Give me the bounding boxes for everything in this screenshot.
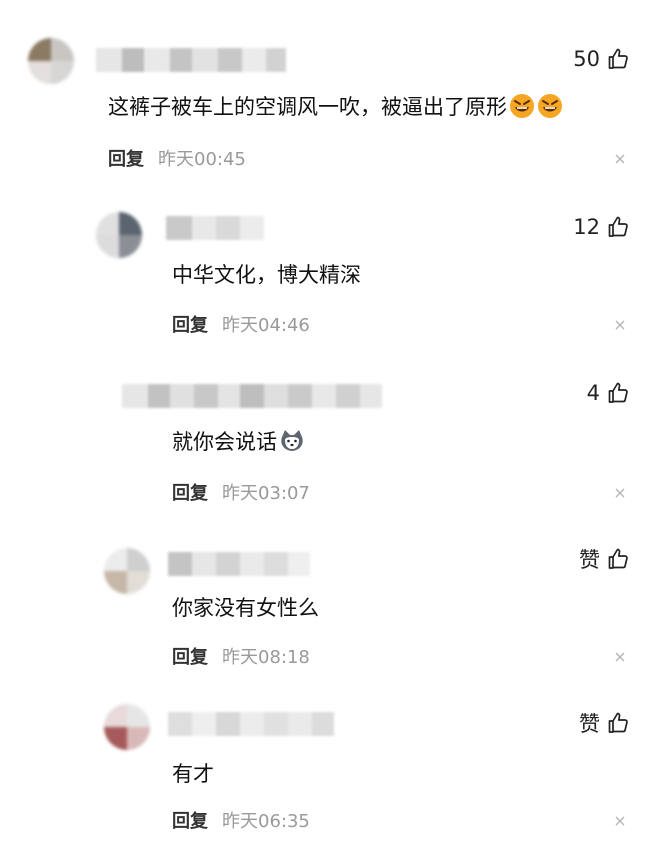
comment-text: 就你会说话 <box>172 426 305 456</box>
close-icon[interactable] <box>614 487 626 499</box>
like-label: 赞 <box>579 712 600 736</box>
avatar[interactable] <box>104 548 150 594</box>
reply-button[interactable]: 回复 <box>172 807 208 833</box>
close-icon[interactable] <box>614 651 626 663</box>
like-button[interactable]: 赞 <box>579 544 630 574</box>
close-icon[interactable] <box>614 153 626 165</box>
close-icon[interactable] <box>614 319 626 331</box>
timestamp: 昨天08:18 <box>222 647 310 668</box>
like-count: 12 <box>573 215 600 239</box>
like-count: 4 <box>586 381 600 405</box>
thumbs-up-icon <box>608 382 628 403</box>
thumbs-up-icon <box>608 48 628 69</box>
husky-emoji <box>281 430 303 451</box>
comment-text: 这裤子被车上的空调风一吹，被逼出了原形 <box>108 91 563 121</box>
comment-text: 中华文化，博大精深 <box>172 263 361 287</box>
timestamp: 昨天06:35 <box>222 811 310 832</box>
comment-meta: 回复 昨天08:18 <box>172 643 310 669</box>
timestamp: 昨天03:07 <box>222 483 310 504</box>
username-blurred[interactable] <box>166 216 264 240</box>
avatar[interactable] <box>104 704 150 750</box>
comment-meta: 回复 昨天04:46 <box>172 311 310 337</box>
grin-devil-emoji <box>538 94 562 118</box>
timestamp: 昨天04:46 <box>222 315 310 336</box>
comment-meta: 回复 昨天06:35 <box>172 807 310 833</box>
thumbs-up-icon <box>608 548 628 569</box>
like-button[interactable]: 12 <box>573 212 630 242</box>
timestamp: 昨天00:45 <box>158 149 246 170</box>
reply-button[interactable]: 回复 <box>172 311 208 337</box>
like-label: 赞 <box>579 548 600 572</box>
comment-text: 有才 <box>172 762 214 786</box>
grin-devil-emoji <box>510 94 534 118</box>
comment-meta: 回复 昨天00:45 <box>108 145 246 171</box>
comment-text: 你家没有女性么 <box>172 596 319 620</box>
like-button[interactable]: 赞 <box>579 708 630 738</box>
like-button[interactable]: 4 <box>587 378 630 408</box>
reply-button[interactable]: 回复 <box>108 145 144 171</box>
username-blurred[interactable] <box>168 712 334 736</box>
username-blurred[interactable] <box>168 552 310 576</box>
avatar[interactable] <box>28 38 74 84</box>
like-count: 50 <box>573 47 600 71</box>
thumbs-up-icon <box>608 712 628 733</box>
like-button[interactable]: 50 <box>573 44 630 74</box>
avatar[interactable] <box>96 212 142 258</box>
comment-meta: 回复 昨天03:07 <box>172 479 310 505</box>
reply-button[interactable]: 回复 <box>172 479 208 505</box>
username-blurred[interactable] <box>122 384 382 408</box>
thumbs-up-icon <box>608 216 628 237</box>
close-icon[interactable] <box>614 815 626 827</box>
username-blurred[interactable] <box>96 48 286 72</box>
reply-button[interactable]: 回复 <box>172 643 208 669</box>
